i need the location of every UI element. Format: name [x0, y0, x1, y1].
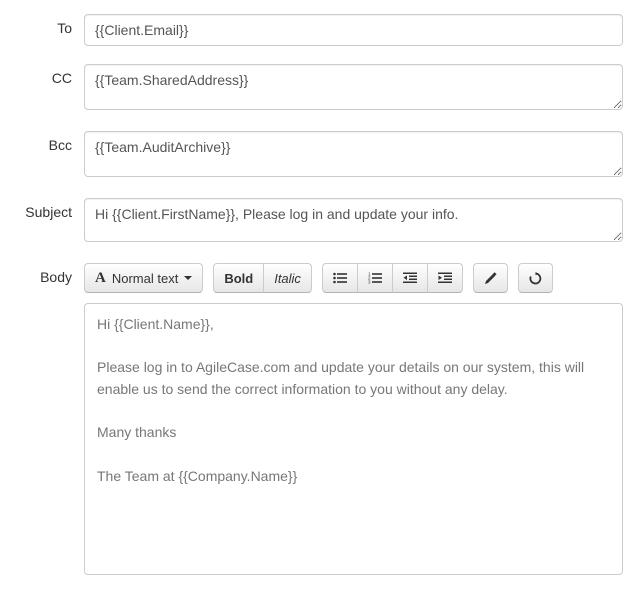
bcc-label: Bcc: [20, 131, 84, 153]
refresh-button[interactable]: [518, 263, 553, 293]
to-input[interactable]: [84, 14, 623, 46]
subject-input[interactable]: [84, 198, 623, 242]
unordered-list-button[interactable]: [322, 263, 358, 293]
body-editor[interactable]: Hi {{Client.Name}}, Please log in to Agi…: [84, 303, 623, 575]
indent-button[interactable]: [427, 263, 463, 293]
editor-toolbar: A Normal text Bold Italic: [84, 263, 623, 293]
text-style-label: Normal text: [112, 272, 178, 285]
text-style-dropdown[interactable]: A Normal text: [84, 263, 203, 293]
refresh-icon: [529, 272, 542, 285]
list-ol-icon: 1 2 3: [368, 272, 382, 284]
italic-button[interactable]: Italic: [263, 263, 312, 293]
indent-icon: [438, 272, 452, 284]
pencil-icon: [484, 272, 497, 285]
to-label: To: [20, 14, 84, 36]
outdent-button[interactable]: [392, 263, 428, 293]
outdent-icon: [403, 272, 417, 284]
body-label: Body: [20, 263, 84, 285]
cc-input[interactable]: [84, 64, 623, 110]
list-ul-icon: [333, 272, 347, 284]
ordered-list-button[interactable]: 1 2 3: [357, 263, 393, 293]
bold-button[interactable]: Bold: [213, 263, 264, 293]
font-icon: A: [95, 271, 106, 286]
bcc-input[interactable]: [84, 131, 623, 177]
caret-down-icon: [184, 276, 192, 280]
svg-text:3: 3: [368, 280, 371, 285]
edit-source-button[interactable]: [473, 263, 508, 293]
subject-label: Subject: [20, 198, 84, 220]
cc-label: CC: [20, 64, 84, 86]
